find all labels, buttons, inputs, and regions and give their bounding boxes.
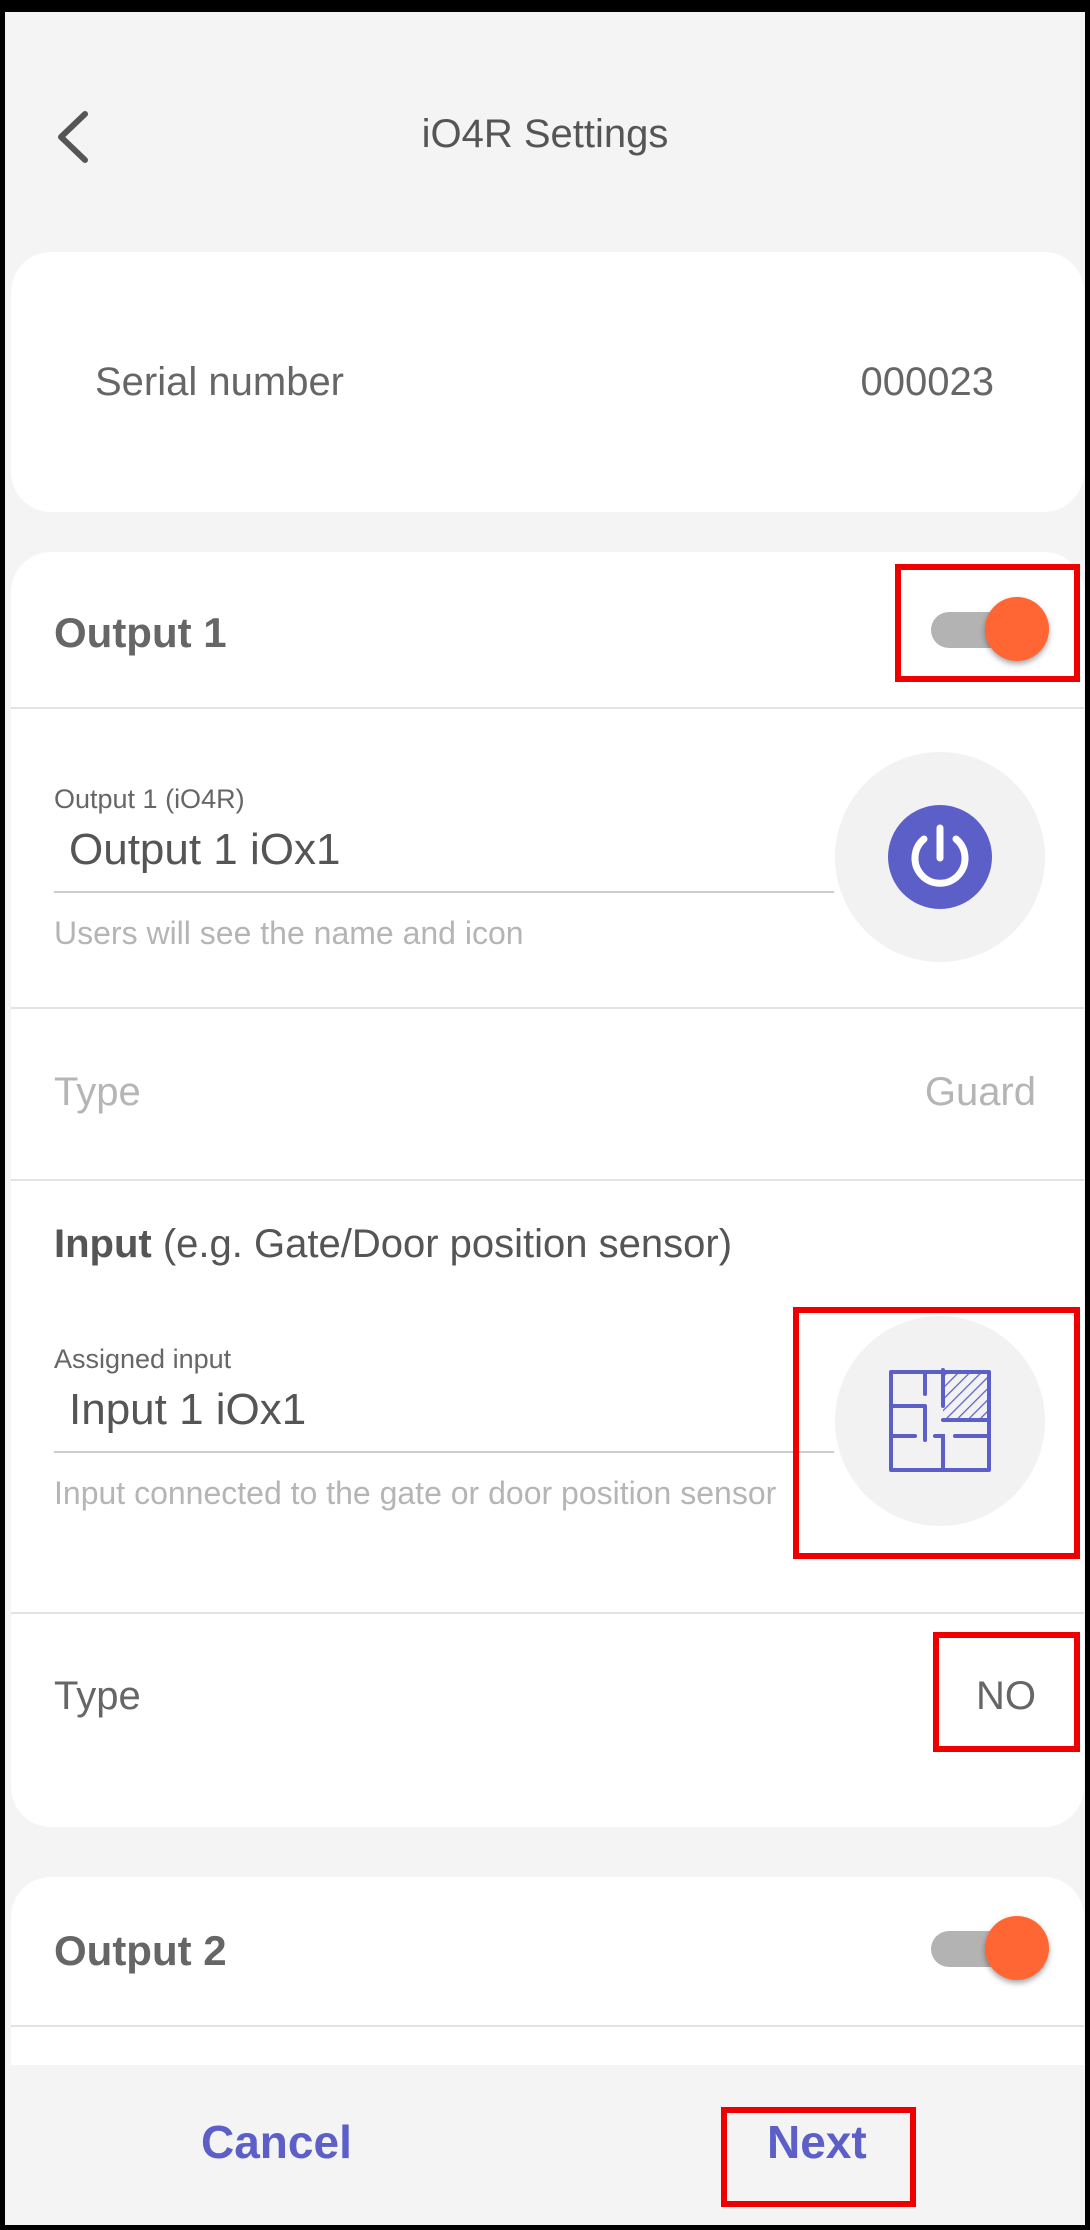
divider: [11, 2025, 1084, 2027]
assigned-input-field[interactable]: Input 1 iOx1: [69, 1385, 306, 1435]
output-name-label: Output 1 (iO4R): [54, 784, 245, 814]
output-1-title: Output 1: [54, 609, 227, 656]
input-heading-rest: (e.g. Gate/Door position sensor): [151, 1222, 733, 1266]
serial-number-value: 000023: [860, 360, 994, 404]
serial-number-card: Serial number 000023: [11, 252, 1084, 512]
output-1-card: Output 1 Output 1 (iO4R) Output 1 iOx1 U…: [11, 552, 1084, 1827]
output-2-title: Output 2: [54, 1927, 227, 1974]
output-2-header: Output 2: [11, 1877, 1084, 2032]
bottom-action-bar: Cancel Next: [5, 2065, 1085, 2225]
page-title: iO4R Settings: [421, 112, 669, 156]
output-type-value[interactable]: Guard: [925, 1070, 1036, 1115]
input-section-heading: Input (e.g. Gate/Door position sensor): [54, 1222, 732, 1267]
assigned-input-label: Assigned input: [54, 1344, 232, 1374]
power-icon: [888, 805, 992, 909]
input-icon-button[interactable]: [835, 1316, 1045, 1526]
output-name-input[interactable]: Output 1 iOx1: [69, 825, 340, 875]
toggle-knob: [985, 597, 1049, 661]
serial-number-label: Serial number: [95, 360, 345, 404]
app-header: iO4R Settings: [5, 12, 1085, 252]
floorplan-icon: [889, 1368, 991, 1472]
divider: [11, 1007, 1084, 1009]
next-button[interactable]: Next: [767, 2115, 867, 2169]
input-type-value[interactable]: NO: [976, 1674, 1036, 1719]
output-name-underline: [54, 891, 834, 893]
input-heading-bold: Input: [54, 1222, 152, 1266]
divider: [11, 1179, 1084, 1181]
output-type-label: Type: [54, 1070, 141, 1114]
settings-screen: iO4R Settings Serial number 000023 Outpu…: [0, 0, 1090, 2230]
output-icon-button[interactable]: [835, 752, 1045, 962]
input-type-label: Type: [54, 1674, 141, 1718]
output-1-header: Output 1: [11, 552, 1084, 707]
assigned-input-underline: [54, 1451, 834, 1453]
cancel-button[interactable]: Cancel: [201, 2115, 352, 2169]
output-2-toggle[interactable]: [931, 1913, 1051, 1980]
divider: [11, 1612, 1084, 1614]
toggle-knob: [985, 1916, 1049, 1980]
divider: [11, 707, 1084, 709]
output-name-helper: Users will see the name and icon: [54, 915, 524, 951]
assigned-input-helper: Input connected to the gate or door posi…: [54, 1475, 777, 1511]
output-1-toggle[interactable]: [931, 594, 1051, 661]
